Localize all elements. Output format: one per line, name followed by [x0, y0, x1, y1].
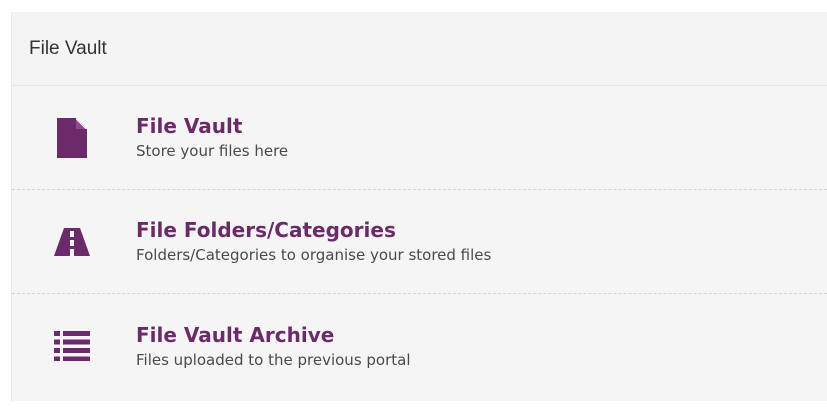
panel-title: File Vault [29, 37, 107, 59]
item-title[interactable]: File Vault [136, 113, 288, 139]
menu-item-file-vault[interactable]: File Vault Store your files here [12, 86, 827, 190]
panel-header: File Vault [12, 12, 827, 86]
item-text: File Vault Store your files here [136, 113, 288, 162]
item-description: Store your files here [136, 142, 289, 160]
menu-item-file-vault-archive[interactable]: File Vault Archive Files uploaded to the… [12, 294, 827, 398]
item-title[interactable]: File Vault Archive [136, 322, 411, 348]
menu-item-file-folders-categories[interactable]: File Folders/Categories Folders/Categori… [12, 190, 827, 294]
item-text: File Vault Archive Files uploaded to the… [136, 322, 411, 371]
file-vault-menu: File Vault Store your files here File Fo… [12, 86, 827, 398]
file-icon [45, 117, 99, 158]
file-vault-panel: File Vault File Vault Store your files h… [11, 12, 827, 401]
item-title[interactable]: File Folders/Categories [136, 217, 491, 243]
item-text: File Folders/Categories Folders/Categori… [136, 217, 491, 266]
list-icon [45, 326, 99, 366]
item-description: Folders/Categories to organise your stor… [136, 246, 492, 264]
road-sign-icon [45, 222, 99, 262]
item-description: Files uploaded to the previous portal [136, 350, 411, 369]
